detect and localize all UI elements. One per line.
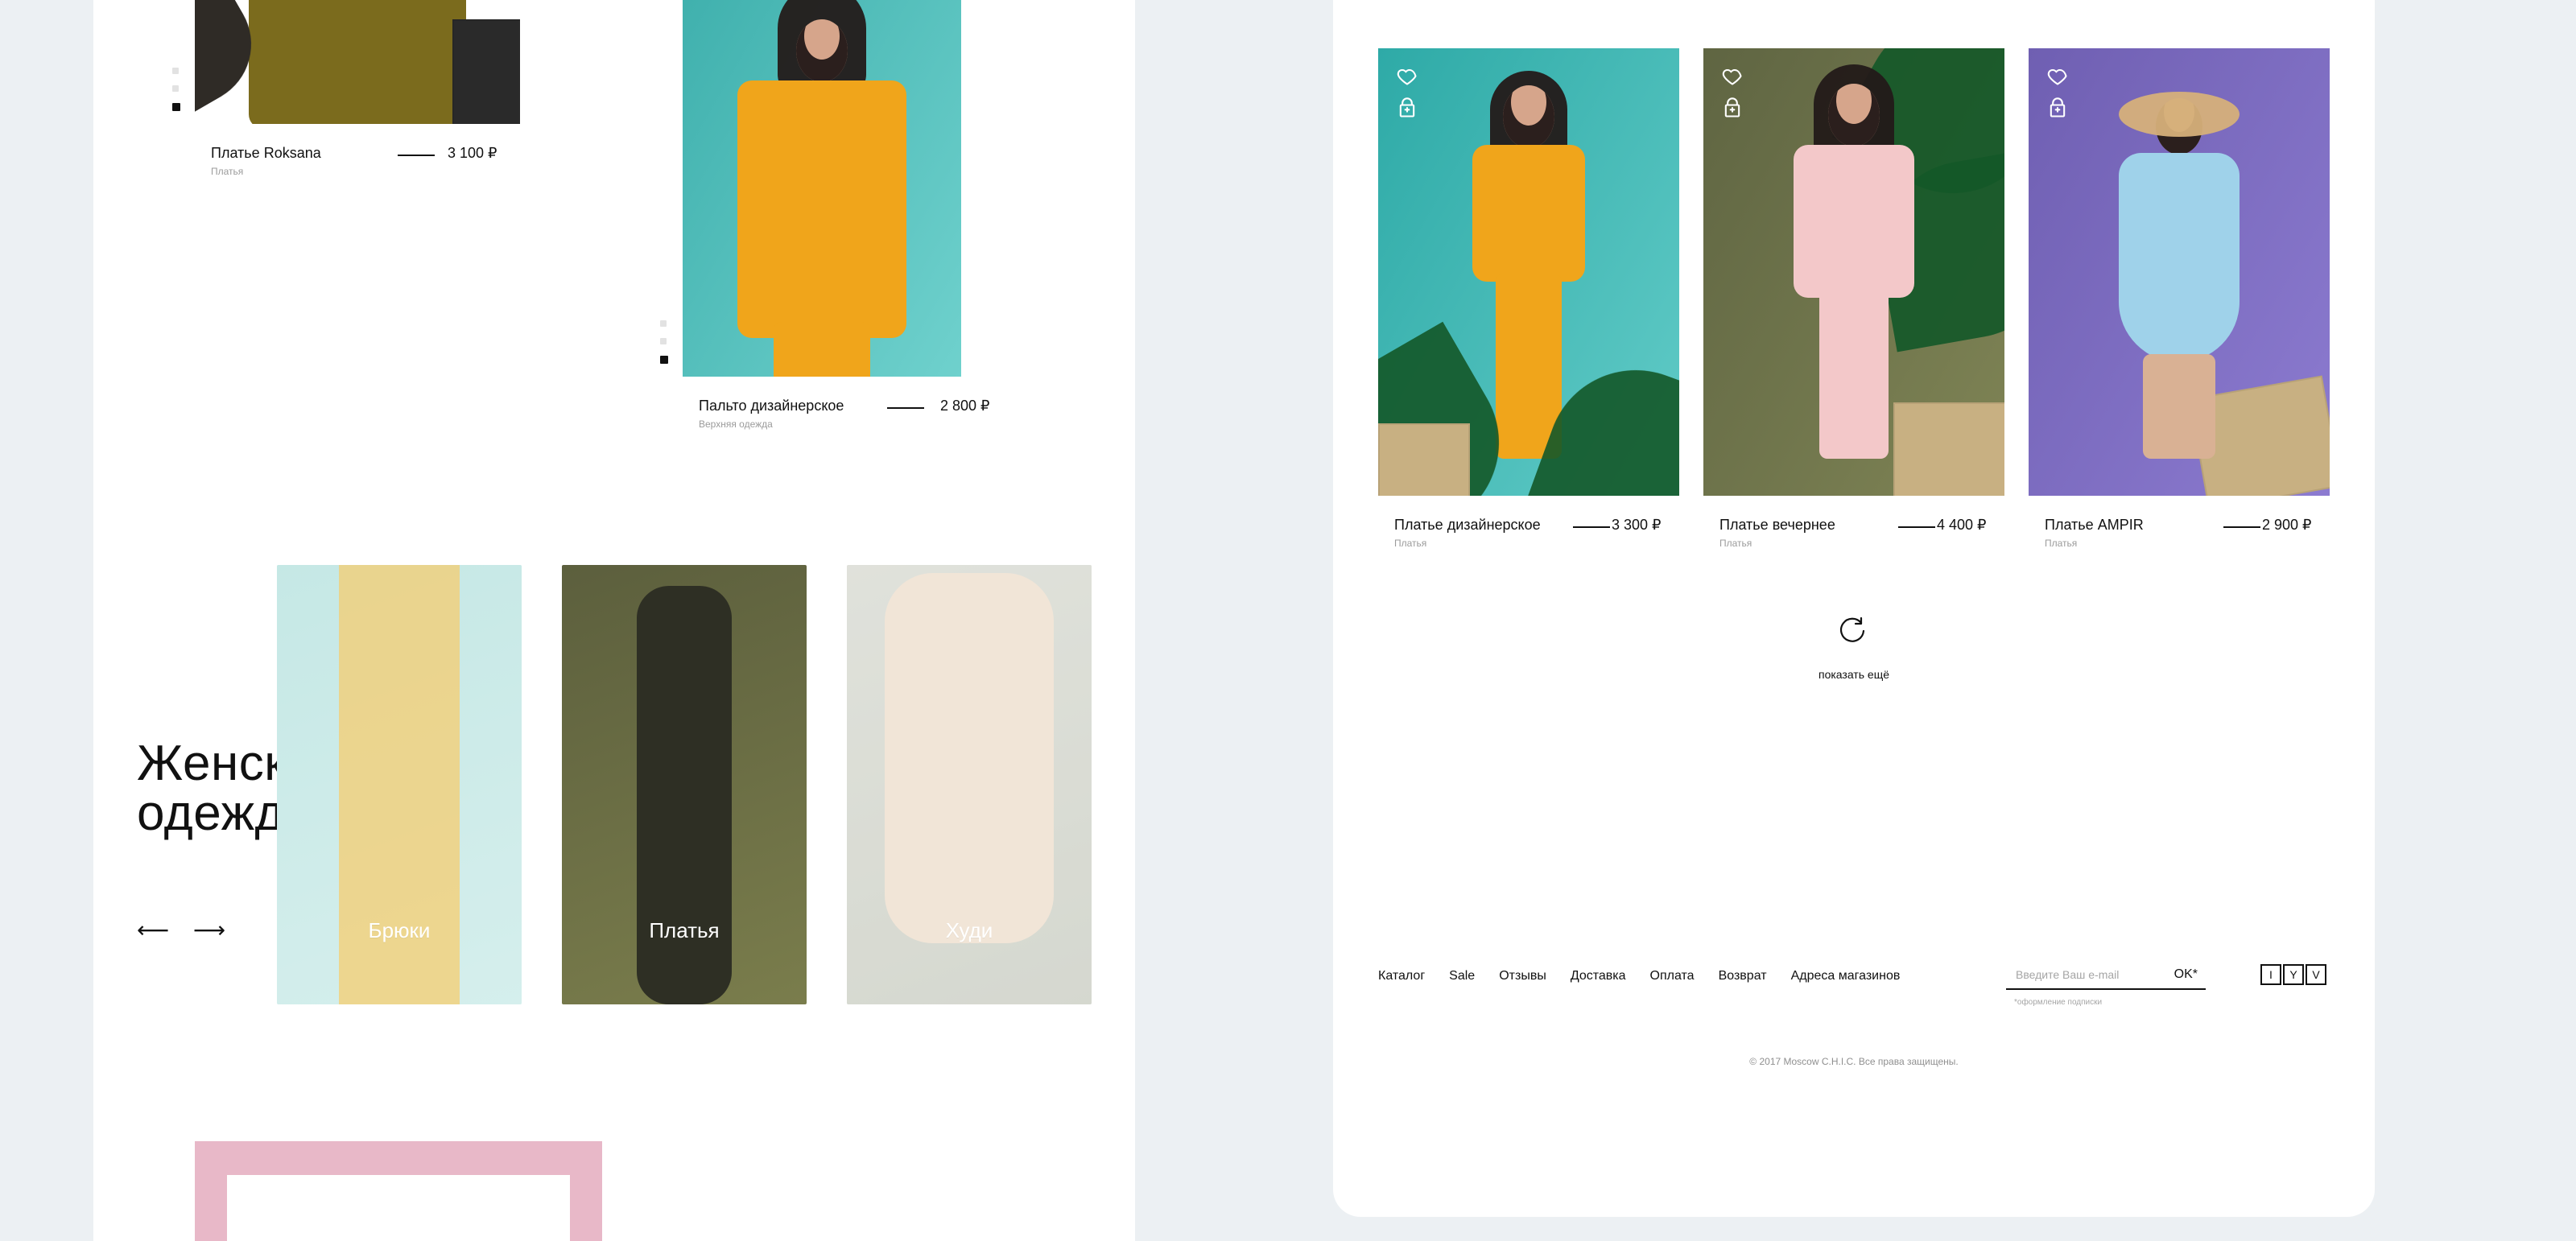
price-separator <box>1898 526 1935 528</box>
product-figure-head <box>1503 85 1554 148</box>
newsletter-email-input[interactable] <box>2014 967 2162 982</box>
product-meta: Платье вечернее Платья 4 400 ₽ <box>1719 517 1990 555</box>
footer-link-returns[interactable]: Возврат <box>1719 969 1767 983</box>
category-label: Брюки <box>368 918 431 942</box>
product-category: Платья <box>1719 538 1752 549</box>
product-figure-head <box>1828 84 1880 146</box>
refresh-icon[interactable] <box>1837 613 1869 645</box>
heart-icon[interactable] <box>1396 64 1418 87</box>
product-figure-torso <box>737 80 906 338</box>
shopping-bag-icon[interactable] <box>1396 97 1418 119</box>
product-meta: Платье AMPIR Платья 2 900 ₽ <box>2045 517 2315 555</box>
slider-dots <box>660 320 668 375</box>
product-figure-torso <box>1472 145 1585 282</box>
product-category: Платья <box>2045 538 2078 549</box>
category-label: Худи <box>945 918 993 942</box>
newsletter: OK* <box>2006 963 2206 990</box>
newsletter-submit-button[interactable]: OK* <box>2174 967 2198 982</box>
product-figure-legs <box>1819 290 1889 459</box>
product-figure-head <box>796 19 848 82</box>
product-figure-hat <box>2119 92 2240 137</box>
product-meta: Пальто дизайнерское Верхняя одежда 2 800… <box>699 398 995 436</box>
price-separator <box>398 155 435 156</box>
footer-link-catalog[interactable]: Каталог <box>1378 969 1425 983</box>
price-separator <box>1573 526 1610 528</box>
product-figure <box>249 0 466 124</box>
social-link-v[interactable]: V <box>2306 964 2326 985</box>
product-figure-torso <box>1794 145 1914 298</box>
newsletter-note: *оформление подписки <box>2014 998 2103 1007</box>
slider-dot-active[interactable] <box>172 103 180 111</box>
slider-dots <box>172 68 180 122</box>
arrow-right-icon[interactable]: ⟶ <box>193 917 225 943</box>
category-card-hoodies[interactable]: Худи <box>847 565 1092 1004</box>
heart-icon[interactable] <box>2046 64 2069 87</box>
copyright: © 2017 Moscow C.H.I.C. Все права защищен… <box>1749 1056 1959 1067</box>
slider-dot[interactable] <box>660 320 667 327</box>
social-link-y[interactable]: Y <box>2283 964 2304 985</box>
product-category: Верхняя одежда <box>699 418 773 430</box>
product-image[interactable] <box>2029 48 2330 496</box>
product-name[interactable]: Платье Roksana <box>211 145 321 162</box>
product-image[interactable] <box>1703 48 2004 496</box>
heart-icon[interactable] <box>1721 64 1744 87</box>
slider-dot[interactable] <box>660 338 667 344</box>
arrow-left-icon[interactable]: ⟵ <box>137 917 169 943</box>
product-prop <box>452 19 520 124</box>
social-links: I Y V <box>2260 964 2326 985</box>
product-category: Платья <box>1394 538 1427 549</box>
product-price: 4 400 ₽ <box>1937 517 1987 533</box>
price-separator <box>2223 526 2260 528</box>
slider-dot[interactable] <box>172 85 179 92</box>
shopping-bag-icon[interactable] <box>2046 97 2069 119</box>
product-price: 2 900 ₽ <box>2262 517 2312 533</box>
category-label: Платья <box>649 918 720 942</box>
product-name[interactable]: Платье дизайнерское <box>1394 517 1541 534</box>
product-price: 2 800 ₽ <box>940 398 990 414</box>
product-price: 3 100 ₽ <box>448 145 497 161</box>
product-image[interactable] <box>1378 48 1679 496</box>
shopping-bag-icon[interactable] <box>1721 97 1744 119</box>
footer-link-payment[interactable]: Оплата <box>1650 969 1695 983</box>
category-card-pants[interactable]: Брюки <box>277 565 522 1004</box>
footer-nav: Каталог Sale Отзывы Доставка Оплата Возв… <box>1378 969 1900 983</box>
category-slider-arrows: ⟵ ⟶ <box>137 917 225 943</box>
product-image[interactable] <box>683 0 961 377</box>
product-name[interactable]: Пальто дизайнерское <box>699 398 844 414</box>
footer-link-reviews[interactable]: Отзывы <box>1499 969 1546 983</box>
product-figure-legs <box>774 322 870 377</box>
footer-link-delivery[interactable]: Доставка <box>1571 969 1626 983</box>
product-prop <box>1893 402 2004 496</box>
product-prop <box>1378 423 1470 496</box>
product-figure-dress <box>2119 153 2240 362</box>
left-panel: Платье Roksana Платья 3 100 ₽ Пальто диз… <box>93 0 1135 1241</box>
product-meta: Платье дизайнерское Платья 3 300 ₽ <box>1394 517 1665 555</box>
promo-banner <box>195 1141 602 1241</box>
product-name[interactable]: Платье вечернее <box>1719 517 1835 534</box>
footer-link-stores[interactable]: Адреса магазинов <box>1791 969 1901 983</box>
show-more[interactable]: показать ещё <box>1333 668 2375 681</box>
product-name[interactable]: Платье AMPIR <box>2045 517 2144 534</box>
product-price: 3 300 ₽ <box>1612 517 1662 533</box>
product-figure-legs <box>2143 354 2215 459</box>
product-category: Платья <box>211 166 244 177</box>
social-link-i[interactable]: I <box>2260 964 2281 985</box>
footer-link-sale[interactable]: Sale <box>1449 969 1475 983</box>
right-panel: Платье дизайнерское Платья 3 300 ₽ Плать… <box>1333 0 2375 1217</box>
product-meta: Платье Roksana Платья 3 100 ₽ <box>211 145 506 183</box>
category-card-dresses[interactable]: Платья <box>562 565 807 1004</box>
slider-dot-active[interactable] <box>660 356 668 364</box>
slider-dot[interactable] <box>172 68 179 74</box>
price-separator <box>887 407 924 409</box>
product-image[interactable] <box>195 0 520 124</box>
